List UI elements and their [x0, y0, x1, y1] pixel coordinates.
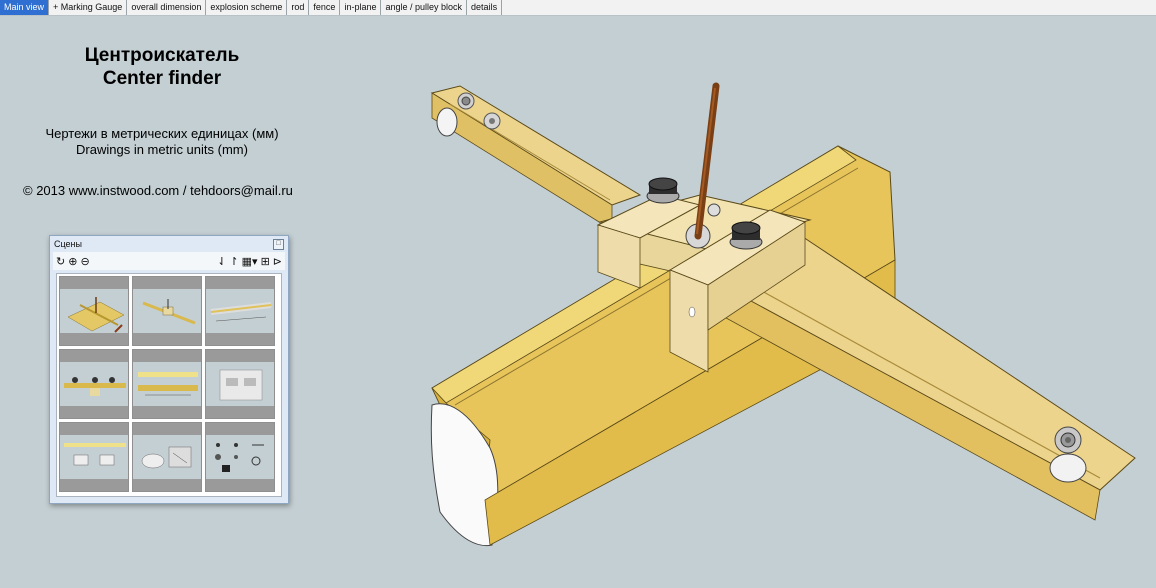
knob-left [646, 177, 680, 204]
knob-right [729, 221, 763, 250]
center-finder-3d-model[interactable] [0, 0, 1156, 588]
